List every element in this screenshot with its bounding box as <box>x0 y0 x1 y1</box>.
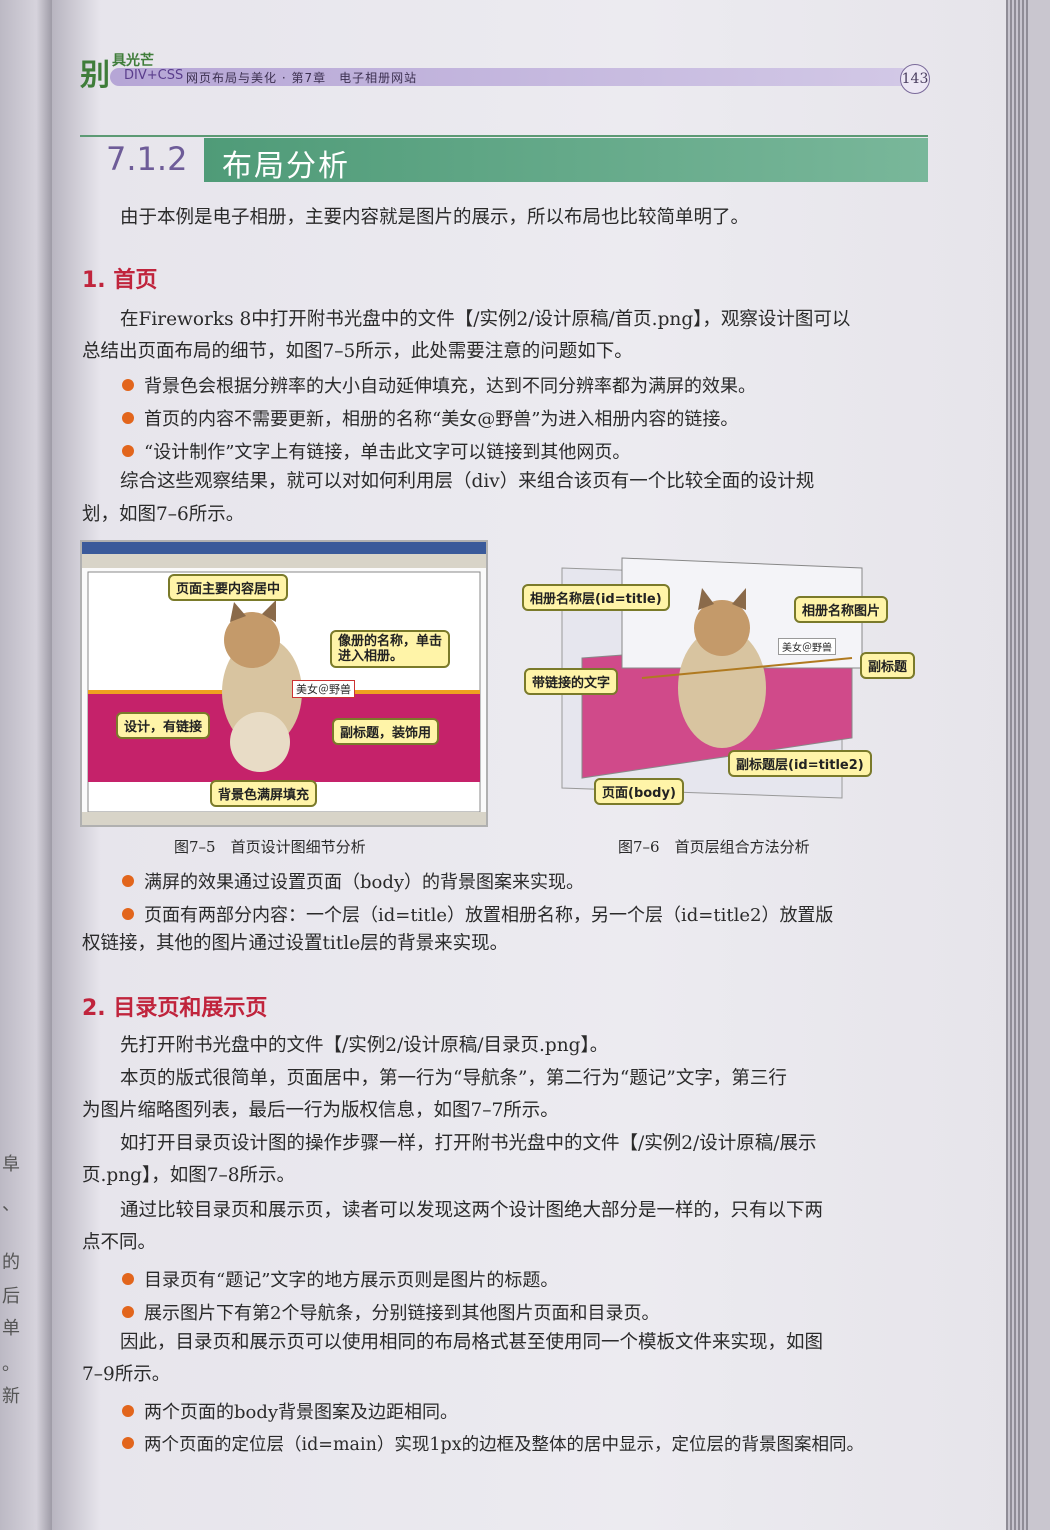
album-name-text: 美女＠野兽 <box>292 680 355 698</box>
margin-fragment: 后 <box>2 1286 20 1307</box>
bullet-item: 展示图片下有第2个导航条，分别链接到其他图片页面和目录页。 <box>122 1299 659 1325</box>
callout-main-content: 页面主要内容居中 <box>168 574 289 601</box>
header-logo: 别 <box>80 58 110 93</box>
page-stack-edge <box>1006 0 1028 1530</box>
section-number: 7.1.2 <box>106 140 188 178</box>
album-name-text: 美女＠野兽 <box>778 638 836 655</box>
bullet-dot-icon <box>122 875 134 887</box>
margin-fragment: 、 <box>2 1194 20 1215</box>
paragraph-line: 7–9所示。 <box>82 1364 171 1385</box>
callout-title-image: 相册名称图片 <box>794 596 889 623</box>
section-title: 布局分析 <box>222 149 350 184</box>
heading-homepage: 1. 首页 <box>82 268 158 293</box>
heading-catalog-page: 2. 目录页和展示页 <box>82 996 268 1021</box>
callout-body: 页面(body) <box>594 778 684 805</box>
paragraph-line: 因此，目录页和展示页可以使用相同的布局格式甚至使用同一个模板文件来实现，如图 <box>120 1332 824 1353</box>
paragraph-line: 先打开附书光盘中的文件【/实例2/设计原稿/目录页.png】。 <box>120 1035 609 1056</box>
bullet-dot-icon <box>122 412 134 424</box>
margin-fragment: 的 <box>2 1252 20 1273</box>
paragraph-line: 页.png】，如图7–8所示。 <box>82 1165 296 1186</box>
margin-fragment: 单 <box>2 1318 20 1339</box>
callout-subtitle-layer: 副标题层(id=title2) <box>728 750 872 777</box>
page-number: 143 <box>900 64 930 94</box>
bullet-item: 首页的内容不需要更新，相册的名称“美女@野兽”为进入相册内容的链接。 <box>122 405 738 431</box>
paragraph-line: 本页的版式很简单，页面居中，第一行为“导航条”，第二行为“题记”文字，第三行 <box>120 1068 787 1089</box>
margin-fragment: 新 <box>2 1386 20 1407</box>
bullet-dot-icon <box>122 445 134 457</box>
bullet-dot-icon <box>122 1273 134 1285</box>
bullet-dot-icon <box>122 1306 134 1318</box>
paragraph-line: 为图片缩略图列表，最后一行为版权信息，如图7–7所示。 <box>82 1100 559 1121</box>
paragraph-line: 划，如图7–6所示。 <box>82 504 245 525</box>
paragraph-line: 点不同。 <box>82 1232 157 1253</box>
callout-subtitle: 副标题，装饰用 <box>332 718 440 745</box>
paragraph-line: 权链接，其他的图片通过设置title层的背景来实现。 <box>82 933 509 954</box>
intro-paragraph: 由于本例是电子相册，主要内容就是图片的展示，所以布局也比较简单明了。 <box>120 207 750 228</box>
callout-design-link: 设计，有链接 <box>116 712 211 739</box>
bullet-dot-icon <box>122 1405 134 1417</box>
bullet-item: 两个页面的body背景图案及边距相同。 <box>122 1398 458 1424</box>
figure-7-5: 页面主要内容居中 像册的名称，单击进入相册。 美女＠野兽 设计，有链接 副标题，… <box>80 540 488 827</box>
bullet-item: 目录页有“题记”文字的地方展示页则是图片的标题。 <box>122 1266 558 1292</box>
paragraph-line: 通过比较目录页和展示页，读者可以发现这两个设计图绝大部分是一样的，只有以下两 <box>120 1200 824 1221</box>
header-chapter: 网页布局与美化 · 第7章 电子相册网站 <box>186 71 418 85</box>
figure-caption: 图7–6 首页层组合方法分析 <box>618 838 810 856</box>
callout-title-layer: 相册名称层(id=title) <box>522 584 670 611</box>
paragraph-line: 如打开目录页设计图的操作步骤一样，打开附书光盘中的文件【/实例2/设计原稿/展示 <box>120 1133 817 1154</box>
paragraph-line: 总结出页面布局的细节，如图7–5所示，此处需要注意的问题如下。 <box>82 341 633 362</box>
header-course: DIV+CSS <box>124 68 184 83</box>
bullet-dot-icon <box>122 379 134 391</box>
bullet-item: “设计制作”文字上有链接，单击此文字可以链接到其他网页。 <box>122 438 630 464</box>
callout-subtitle: 副标题 <box>860 652 916 679</box>
paragraph-line: 在Fireworks 8中打开附书光盘中的文件【/实例2/设计原稿/首页.png… <box>120 309 851 330</box>
figure-caption: 图7–5 首页设计图细节分析 <box>174 838 366 856</box>
section-rule <box>80 135 928 137</box>
bullet-item: 满屏的效果通过设置页面（body）的背景图案来实现。 <box>122 868 584 894</box>
bullet-dot-icon <box>122 1437 134 1449</box>
bullet-item: 页面有两部分内容：一个层（id=title）放置相册名称，另一个层（id=tit… <box>122 901 833 927</box>
paragraph-line: 综合这些观察结果，就可以对如何利用层（div）来组合该页有一个比较全面的设计规 <box>120 471 815 492</box>
callout-background: 背景色满屏填充 <box>210 780 318 807</box>
left-page-edge: 阜 、 的 后 单 。 新 <box>0 0 52 1530</box>
callout-album-name: 像册的名称，单击进入相册。 <box>330 630 450 668</box>
header-brand: 具光芒 <box>112 53 154 69</box>
figure-7-6: 相册名称层(id=title) 相册名称图片 美女＠野兽 带链接的文字 副标题 … <box>512 548 928 818</box>
bullet-item: 两个页面的定位层（id=main）实现1px的边框及整体的居中显示，定位层的背景… <box>122 1431 864 1456</box>
margin-fragment: 阜 <box>2 1154 20 1175</box>
margin-fragment: 。 <box>2 1354 20 1375</box>
bullet-item: 背景色会根据分辨率的大小自动延伸填充，达到不同分辨率都为满屏的效果。 <box>122 372 756 398</box>
callout-link-text: 带链接的文字 <box>524 668 619 695</box>
bullet-dot-icon <box>122 908 134 920</box>
